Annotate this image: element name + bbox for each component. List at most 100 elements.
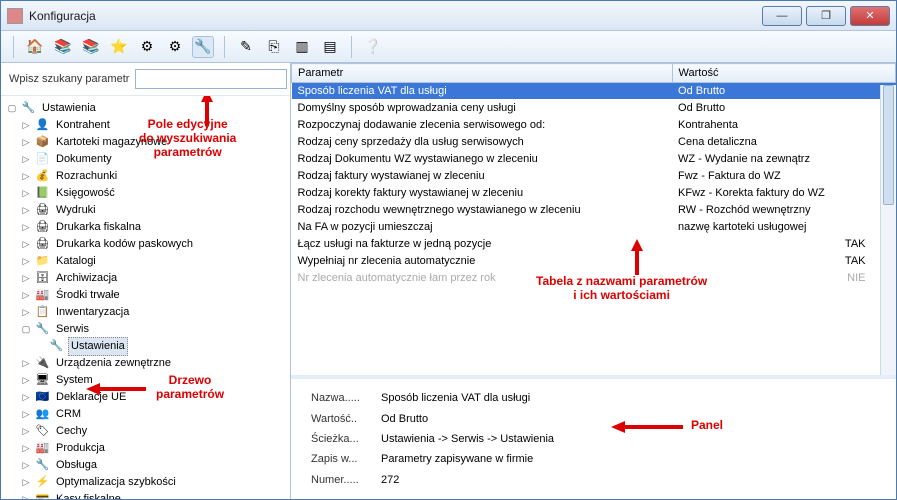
stack2-icon[interactable]: 📚 bbox=[80, 36, 102, 58]
cell-param: Łącz usługi na fakturze w jedną pozycje bbox=[292, 236, 673, 253]
table-row[interactable]: Rodzaj korekty faktury wystawianej w zle… bbox=[292, 185, 896, 202]
tree-item[interactable]: ▷👥CRM bbox=[21, 406, 288, 423]
detail-val-name: Sposób liczenia VAT dla usługi bbox=[381, 392, 876, 404]
tree-item[interactable]: ▷👤Kontrahent bbox=[21, 117, 288, 134]
tree-item[interactable]: ▷🖨Drukarka fiskalna bbox=[21, 219, 288, 236]
tree-item[interactable]: ▷📗Księgowość bbox=[21, 185, 288, 202]
wrench-icon: 🔧 bbox=[35, 322, 50, 337]
tree-root[interactable]: ▢ 🔧 Ustawienia bbox=[7, 100, 288, 117]
minimize-button[interactable]: — bbox=[762, 6, 802, 26]
toggler-icon[interactable]: ▷ bbox=[21, 236, 31, 253]
toggler-icon[interactable]: ▷ bbox=[21, 287, 31, 304]
toggler-icon[interactable]: ▷ bbox=[21, 389, 31, 406]
tree-item[interactable]: ▷🇪🇺Deklaracje UE bbox=[21, 389, 288, 406]
tree-item[interactable]: ▷🏭Środki trwałe bbox=[21, 287, 288, 304]
search-input[interactable] bbox=[135, 69, 287, 89]
toggler-icon[interactable]: ▷ bbox=[21, 270, 31, 287]
toggler-icon[interactable]: ▷ bbox=[21, 134, 31, 151]
toggler-icon[interactable]: ▷ bbox=[21, 423, 31, 440]
folder-icon: 💳 bbox=[35, 492, 50, 499]
toggler-icon[interactable]: ▷ bbox=[21, 202, 31, 219]
toggler-icon[interactable]: ▷ bbox=[21, 406, 31, 423]
toggler-icon[interactable]: ▷ bbox=[21, 304, 31, 321]
stack3-icon[interactable]: ▤ bbox=[319, 36, 341, 58]
toggler-icon[interactable]: ▢ bbox=[21, 321, 31, 338]
toggler-icon[interactable]: ▷ bbox=[21, 474, 31, 491]
layers-icon[interactable]: ▥ bbox=[291, 36, 313, 58]
wrench-icon: 🔧 bbox=[21, 101, 36, 116]
table-row[interactable]: Rodzaj ceny sprzedaży dla usług serwisow… bbox=[292, 134, 896, 151]
folder-icon: 📋 bbox=[35, 305, 50, 320]
tree-item[interactable]: ▷🔌Urządzenia zewnętrzne bbox=[21, 355, 288, 372]
tree-selected-label: Ustawienia bbox=[68, 337, 128, 356]
table-row[interactable]: Łącz usługi na fakturze w jedną pozycjeT… bbox=[292, 236, 896, 253]
toggler-icon[interactable]: ▢ bbox=[7, 100, 17, 117]
table-row[interactable]: Rodzaj faktury wystawianej w zleceniuFwz… bbox=[292, 168, 896, 185]
tree-serwis-ustawienia[interactable]: 🔧 Ustawienia bbox=[35, 338, 288, 355]
wrench-icon[interactable]: 🔧 bbox=[192, 36, 214, 58]
tree-item[interactable]: ▷🏷Cechy bbox=[21, 423, 288, 440]
cell-param: Nr zlecenia automatycznie łam przez rok bbox=[292, 270, 673, 287]
gear1-icon[interactable]: ⚙ bbox=[136, 36, 158, 58]
table-scrollbar[interactable] bbox=[880, 85, 896, 375]
col-parametr[interactable]: Parametr bbox=[292, 64, 673, 83]
col-wartosc[interactable]: Wartość bbox=[672, 64, 895, 83]
toggler-icon[interactable]: ▷ bbox=[21, 372, 31, 389]
table-row[interactable]: Rodzaj Dokumentu WZ wystawianego w zlece… bbox=[292, 151, 896, 168]
copy-icon[interactable]: ⎘ bbox=[263, 36, 285, 58]
toggler-icon[interactable]: ▷ bbox=[21, 491, 31, 499]
stack1-icon[interactable]: 📚 bbox=[52, 36, 74, 58]
table-row[interactable]: Rozpoczynaj dodawanie zlecenia serwisowe… bbox=[292, 117, 896, 134]
table-row[interactable]: Sposób liczenia VAT dla usługiOd Brutto bbox=[292, 83, 896, 100]
cell-param: Rozpoczynaj dodawanie zlecenia serwisowe… bbox=[292, 117, 673, 134]
toggler-icon[interactable]: ▷ bbox=[21, 151, 31, 168]
tree-item-label: Dokumenty bbox=[54, 151, 114, 168]
toggler-icon[interactable]: ▷ bbox=[21, 185, 31, 202]
tree-item-label: Cechy bbox=[54, 423, 89, 440]
titlebar: Konfiguracja — ❐ ✕ bbox=[1, 1, 896, 31]
toggler-icon[interactable]: ▷ bbox=[21, 355, 31, 372]
tree-item-label: Drukarka fiskalna bbox=[54, 219, 143, 236]
home-icon[interactable]: 🏠 bbox=[24, 36, 46, 58]
toggler-icon[interactable]: ▷ bbox=[21, 219, 31, 236]
table-row[interactable]: Rodzaj rozchodu wewnętrznego wystawianeg… bbox=[292, 202, 896, 219]
tree-item[interactable]: ▷📄Dokumenty bbox=[21, 151, 288, 168]
gear2-icon[interactable]: ⚙ bbox=[164, 36, 186, 58]
tree-serwis[interactable]: ▢ 🔧 Serwis bbox=[21, 321, 288, 338]
tree-item[interactable]: ▷🖨Drukarka kodów paskowych bbox=[21, 236, 288, 253]
cell-value: NIE bbox=[672, 270, 895, 287]
table-row[interactable]: Nr zlecenia automatycznie łam przez rokN… bbox=[292, 270, 896, 287]
toggler-icon[interactable]: ▷ bbox=[21, 440, 31, 457]
star-icon[interactable]: ⭐ bbox=[108, 36, 130, 58]
help-icon[interactable]: ❔ bbox=[362, 36, 384, 58]
tree-item[interactable]: ▷🔧Obsługa bbox=[21, 457, 288, 474]
tree-item[interactable]: ▷⚡Optymalizacja szybkości bbox=[21, 474, 288, 491]
tree-item[interactable]: ▷💰Rozrachunki bbox=[21, 168, 288, 185]
tree-item-label: Urządzenia zewnętrzne bbox=[54, 355, 173, 372]
edit-icon[interactable]: ✎ bbox=[235, 36, 257, 58]
tree-item[interactable]: ▷🏭Produkcja bbox=[21, 440, 288, 457]
toggler-icon[interactable]: ▷ bbox=[21, 457, 31, 474]
folder-icon: 🖨 bbox=[35, 237, 50, 252]
toggler-icon[interactable]: ▷ bbox=[21, 168, 31, 185]
tree-item[interactable]: ▷📁Katalogi bbox=[21, 253, 288, 270]
tree-item[interactable]: ▷🖨Wydruki bbox=[21, 202, 288, 219]
tree-item[interactable]: ▷🖥System bbox=[21, 372, 288, 389]
scrollbar-thumb[interactable] bbox=[883, 85, 894, 205]
tree-item[interactable]: ▷🗄Archiwizacja bbox=[21, 270, 288, 287]
close-button[interactable]: ✕ bbox=[850, 6, 890, 26]
toggler-icon[interactable]: ▷ bbox=[21, 253, 31, 270]
maximize-button[interactable]: ❐ bbox=[806, 6, 846, 26]
search-row: Wpisz szukany parametr ⛔ bbox=[1, 63, 290, 96]
tree-item[interactable]: ▷ 💳 Kasy fiskalne bbox=[21, 491, 288, 499]
tree-item-label: Wydruki bbox=[54, 202, 98, 219]
tree-item[interactable]: ▷📋Inwentaryzacja bbox=[21, 304, 288, 321]
table-row[interactable]: Domyślny sposób wprowadzania ceny usługi… bbox=[292, 100, 896, 117]
tree-item-label: Środki trwałe bbox=[54, 287, 122, 304]
table-row[interactable]: Na FA w pozycji umieszczajnazwę kartotek… bbox=[292, 219, 896, 236]
toggler-icon[interactable]: ▷ bbox=[21, 117, 31, 134]
details-panel: Nazwa..... Sposób liczenia VAT dla usług… bbox=[291, 379, 896, 499]
tree-item-label: Kasy fiskalne bbox=[54, 491, 123, 499]
table-row[interactable]: Wypełniaj nr zlecenia automatycznieTAK bbox=[292, 253, 896, 270]
tree-item[interactable]: ▷📦Kartoteki magazynowe bbox=[21, 134, 288, 151]
